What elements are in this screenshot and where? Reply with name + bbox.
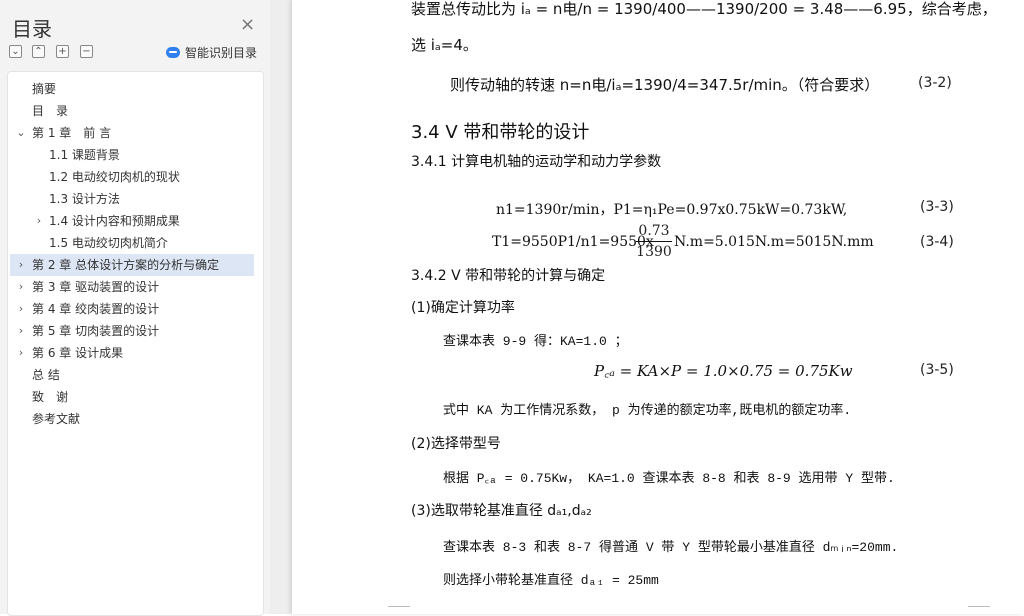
chevron-right-icon[interactable]: › (14, 342, 28, 364)
chevron-right-icon[interactable]: › (14, 298, 28, 320)
step-heading: (3)选取带轮基准直径 dₐ₁,dₐ₂ (411, 503, 592, 519)
toc-panel: 摘要 目 录 ⌄ 第 1 章 前 言 1.1 课题背景 1.2 电动绞切肉机的现状… (7, 71, 264, 616)
equation: T1=9550P1/n1=9550x (492, 234, 654, 250)
section-heading: 3.4 V 带和带轮的设计 (411, 122, 590, 143)
equation-number: (3-4) (920, 234, 954, 250)
sidebar-title: 目录 (12, 17, 52, 41)
page-corner-mark (388, 606, 410, 607)
step-heading: (2)选择带型号 (411, 436, 501, 452)
step-heading: (1)确定计算功率 (411, 300, 515, 316)
close-icon[interactable]: × (240, 14, 255, 35)
chevron-right-icon[interactable]: › (14, 254, 28, 276)
subsection-heading: 3.4.1 计算电机轴的运动学和动力学参数 (411, 154, 662, 170)
equation: P꜀ₐ = KA×P = 1.0×0.75 = 0.75Kw (594, 362, 853, 380)
toc-sidebar: 目录 × ⌄ ⌃ + − 智能识别目录 摘要 目 录 ⌄ 第 1 章 前 言 1.… (0, 0, 270, 616)
document-page[interactable]: 装置总传动比为 iₐ = n电/n = 1390/400——1390/200 =… (292, 0, 1024, 614)
toc-item-1-3[interactable]: 1.3 设计方法 (10, 188, 254, 210)
toc-item-abstract[interactable]: 摘要 (10, 78, 254, 100)
body-text: 查课本表 9-9 得：KA=1.0 ； (443, 334, 628, 349)
toc-item-ch4[interactable]: › 第 4 章 绞肉装置的设计 (10, 298, 254, 320)
equation-number: (3-2) (918, 75, 952, 91)
smart-toc-button[interactable]: 智能识别目录 (166, 44, 257, 61)
page-corner-mark (968, 606, 990, 607)
toc-item-1-1[interactable]: 1.1 课题背景 (10, 144, 254, 166)
chevron-right-icon[interactable]: › (14, 320, 28, 342)
subsection-heading: 3.4.2 V 带和带轮的计算与确定 (411, 268, 606, 284)
toc-item-ch5[interactable]: › 第 5 章 切肉装置的设计 (10, 320, 254, 342)
fraction: 0.73 1390 (636, 223, 672, 260)
body-text: 根据 P꜀ₐ = 0.75Kw， KA=1.0 查课本表 8-8 和表 8-9 … (443, 471, 895, 486)
body-text: 装置总传动比为 iₐ = n电/n = 1390/400——1390/200 =… (411, 0, 997, 18)
toc-item-ch6[interactable]: › 第 6 章 设计成果 (10, 342, 254, 364)
body-text: 式中 KA 为工作情况系数， p 为传递的额定功率,既电机的额定功率. (443, 403, 852, 418)
toc-item-ch3[interactable]: › 第 3 章 驱动装置的设计 (10, 276, 254, 298)
body-text: 查课本表 8-3 和表 8-7 得普通 V 带 Y 型带轮最小基准直径 dₘᵢₙ… (443, 540, 899, 555)
equation-number: (3-5) (920, 362, 954, 378)
toc-item-thanks[interactable]: 致 谢 (10, 386, 254, 408)
smart-toc-label: 智能识别目录 (185, 46, 258, 60)
add-level-icon[interactable]: + (56, 45, 69, 58)
body-text: 则传动轴的转速 n=n电/iₐ=1390/4=347.5r/min。（符合要求） (450, 76, 880, 94)
toc-item-1-5[interactable]: 1.5 电动绞切肉机简介 (10, 232, 254, 254)
body-text: 则选择小带轮基准直径 dₐ₁ = 25mm (443, 573, 659, 588)
toc-item-contents[interactable]: 目 录 (10, 100, 254, 122)
expand-up-icon[interactable]: ⌃ (32, 45, 45, 58)
toc-item-1-2[interactable]: 1.2 电动绞切肉机的现状 (10, 166, 254, 188)
chevron-right-icon[interactable]: › (32, 210, 46, 232)
chevron-down-icon[interactable]: ⌄ (14, 122, 28, 144)
toc-item-ch1[interactable]: ⌄ 第 1 章 前 言 (10, 122, 254, 144)
remove-level-icon[interactable]: − (80, 45, 93, 58)
robot-icon (166, 47, 180, 58)
page-gutter (270, 0, 292, 614)
equation: N.m=5.015N.m=5015N.mm (674, 234, 874, 250)
chevron-right-icon[interactable]: › (14, 276, 28, 298)
toc-item-ch2[interactable]: › 第 2 章 总体设计方案的分析与确定 (10, 254, 254, 276)
toc-item-summary[interactable]: 总 结 (10, 364, 254, 386)
toc-item-1-4[interactable]: › 1.4 设计内容和预期成果 (10, 210, 254, 232)
collapse-all-icon[interactable]: ⌄ (9, 45, 22, 58)
body-text: 选 iₐ=4。 (411, 36, 478, 54)
equation-number: (3-3) (920, 199, 954, 215)
equation: n1=1390r/min，P1=η₁Pe=0.97x0.75kW=0.73kW, (496, 202, 848, 218)
toc-item-references[interactable]: 参考文献 (10, 408, 254, 430)
